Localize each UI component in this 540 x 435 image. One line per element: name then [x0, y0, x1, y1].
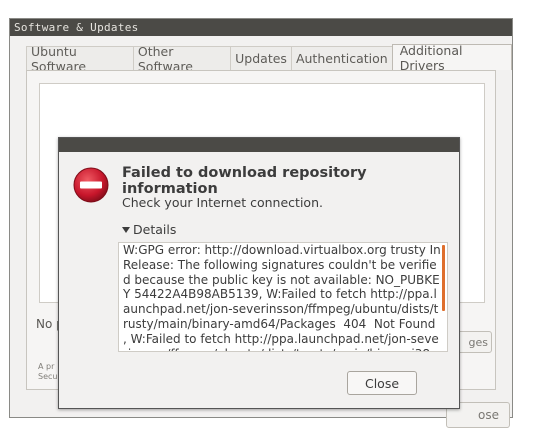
details-label: Details	[133, 222, 177, 237]
dialog-message: Check your Internet connection.	[122, 195, 323, 210]
details-expander[interactable]: Details	[122, 222, 176, 237]
drivers-note-line-1: A pr	[38, 362, 55, 371]
scrollbar-thumb[interactable]	[442, 245, 445, 311]
tab-authentication[interactable]: Authentication	[290, 46, 392, 70]
close-button[interactable]: Close	[347, 371, 417, 395]
expander-arrow-icon	[122, 226, 130, 233]
error-icon	[73, 167, 109, 203]
window-title: Software & Updates	[14, 21, 139, 34]
tab-additional-drivers[interactable]: Additional Drivers	[391, 43, 512, 73]
drivers-note-line-2: Secu	[38, 372, 58, 381]
window-titlebar[interactable]: Software & Updates	[10, 19, 512, 36]
dialog-heading: Failed to download repository informatio…	[122, 165, 367, 197]
tab-updates[interactable]: Updates	[230, 46, 291, 70]
tab-other-software[interactable]: Other Software	[132, 44, 231, 74]
details-text: W:GPG error: http://download.virtualbox.…	[123, 243, 441, 351]
details-textview[interactable]: W:GPG error: http://download.virtualbox.…	[118, 242, 448, 352]
error-dialog: Failed to download repository informatio…	[58, 137, 460, 409]
dialog-titlebar[interactable]	[59, 138, 459, 152]
tab-bar: Ubuntu Software Other Software Updates A…	[26, 43, 512, 74]
tab-ubuntu-software[interactable]: Ubuntu Software	[26, 44, 133, 74]
drivers-note: A pr Secu	[38, 362, 57, 382]
apply-changes-button[interactable]: ges	[456, 331, 492, 353]
